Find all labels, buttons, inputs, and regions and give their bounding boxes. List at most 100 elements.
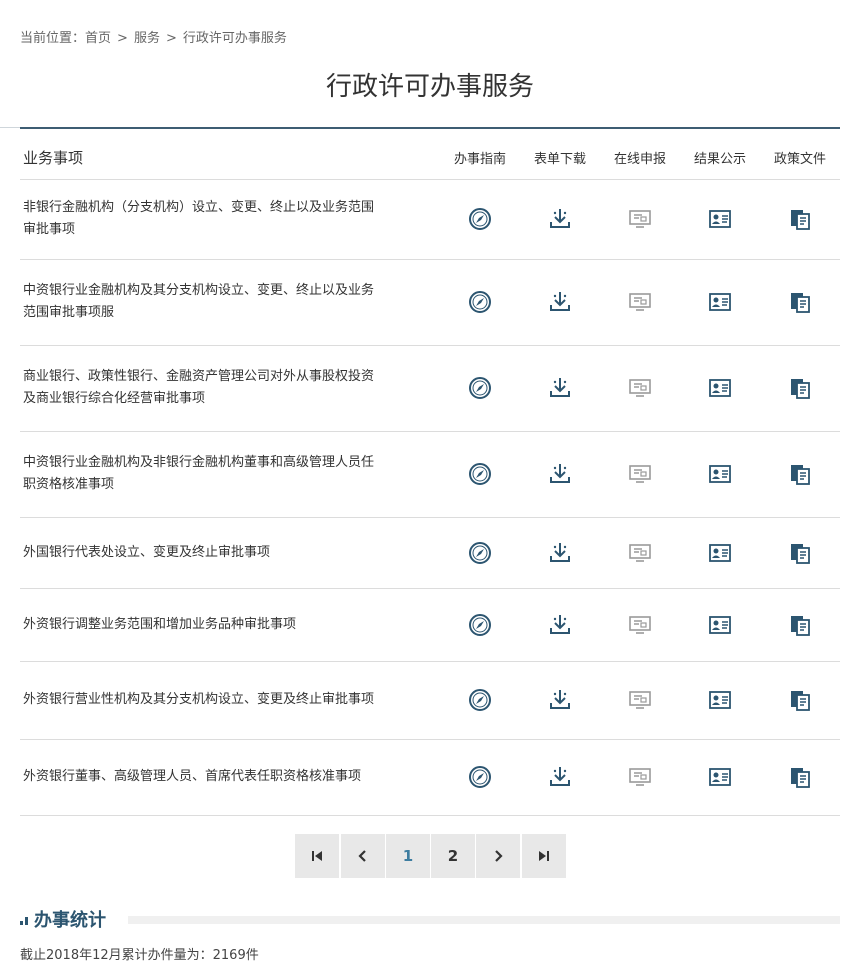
service-action-cell <box>520 517 600 589</box>
documents-icon[interactable] <box>787 540 813 566</box>
stats-title: 办事统计 <box>34 910 106 931</box>
service-item-name[interactable]: 外国银行代表处设立、变更及终止审批事项 <box>20 517 440 589</box>
monitor-icon[interactable] <box>627 375 653 401</box>
monitor-icon[interactable] <box>627 289 653 315</box>
monitor-icon[interactable] <box>627 206 653 232</box>
service-action-cell <box>680 588 760 662</box>
first-page-button[interactable] <box>295 834 339 878</box>
last-page-button[interactable] <box>522 834 566 878</box>
compass-icon[interactable] <box>467 375 493 401</box>
compass-icon[interactable] <box>467 206 493 232</box>
service-action-cell <box>440 661 520 740</box>
table-header-row: 业务事项 办事指南 表单下载 在线申报 结果公示 政策文件 <box>20 136 840 180</box>
service-action-cell <box>680 739 760 816</box>
service-action-cell <box>760 431 840 518</box>
breadcrumb-service-link[interactable]: 服务 <box>134 31 160 46</box>
download-icon[interactable] <box>547 764 573 790</box>
documents-icon[interactable] <box>787 206 813 232</box>
compass-icon[interactable] <box>467 687 493 713</box>
documents-icon[interactable] <box>787 764 813 790</box>
service-item-name[interactable]: 外资银行营业性机构及其分支机构设立、变更及终止审批事项 <box>20 661 440 740</box>
service-action-cell <box>600 179 680 260</box>
documents-icon[interactable] <box>787 687 813 713</box>
table-row: 外资银行调整业务范围和增加业务品种审批事项 <box>20 588 840 662</box>
download-icon[interactable] <box>547 540 573 566</box>
breadcrumb-separator: > <box>165 31 177 46</box>
stats-heading: 办事统计 <box>20 906 106 932</box>
service-action-cell <box>440 345 520 432</box>
download-icon[interactable] <box>547 461 573 487</box>
id-card-icon[interactable] <box>707 540 733 566</box>
service-action-cell <box>520 179 600 260</box>
download-icon[interactable] <box>547 612 573 638</box>
monitor-icon[interactable] <box>627 687 653 713</box>
breadcrumb-home-link[interactable]: 首页 <box>85 31 111 46</box>
download-icon[interactable] <box>547 375 573 401</box>
service-action-cell <box>520 661 600 740</box>
documents-icon[interactable] <box>787 289 813 315</box>
monitor-icon[interactable] <box>627 612 653 638</box>
breadcrumb: 当前位置：首页 > 服务 > 行政许可办事服务 <box>20 27 287 46</box>
service-action-cell <box>760 661 840 740</box>
services-table: 业务事项 办事指南 表单下载 在线申报 结果公示 政策文件 非银行金融机构（分支… <box>20 136 840 816</box>
service-action-cell <box>760 588 840 662</box>
service-item-name[interactable]: 外资银行调整业务范围和增加业务品种审批事项 <box>20 588 440 662</box>
monitor-icon[interactable] <box>627 540 653 566</box>
id-card-icon[interactable] <box>707 612 733 638</box>
compass-icon[interactable] <box>467 764 493 790</box>
column-header-item: 业务事项 <box>20 136 440 180</box>
service-action-cell <box>760 517 840 589</box>
id-card-icon[interactable] <box>707 375 733 401</box>
page-2-button[interactable]: 2 <box>431 834 475 878</box>
table-row: 外资银行董事、高级管理人员、首席代表任职资格核准事项 <box>20 739 840 816</box>
service-action-cell <box>680 259 760 346</box>
service-item-name[interactable]: 商业银行、政策性银行、金融资产管理公司对外从事股权投资及商业银行综合化经营审批事… <box>20 345 440 432</box>
service-action-cell <box>600 345 680 432</box>
service-action-cell <box>520 259 600 346</box>
page-1-button[interactable]: 1 <box>386 834 430 878</box>
service-item-name[interactable]: 外资银行董事、高级管理人员、首席代表任职资格核准事项 <box>20 739 440 816</box>
divider <box>0 127 20 128</box>
compass-icon[interactable] <box>467 612 493 638</box>
service-action-cell <box>600 739 680 816</box>
monitor-icon[interactable] <box>627 764 653 790</box>
service-item-name[interactable]: 中资银行业金融机构及其分支机构设立、变更、终止以及业务范围审批事项服 <box>20 259 440 346</box>
service-action-cell <box>760 179 840 260</box>
service-action-cell <box>600 259 680 346</box>
next-page-button[interactable] <box>476 834 520 878</box>
compass-icon[interactable] <box>467 461 493 487</box>
column-header-online-apply: 在线申报 <box>600 136 680 180</box>
download-icon[interactable] <box>547 687 573 713</box>
id-card-icon[interactable] <box>707 764 733 790</box>
compass-icon[interactable] <box>467 289 493 315</box>
column-header-result-notice: 结果公示 <box>680 136 760 180</box>
service-item-name[interactable]: 非银行金融机构（分支机构）设立、变更、终止以及业务范围审批事项 <box>20 179 440 260</box>
page-title: 行政许可办事服务 <box>325 72 534 102</box>
documents-icon[interactable] <box>787 612 813 638</box>
title-divider <box>20 127 840 129</box>
table-row: 商业银行、政策性银行、金融资产管理公司对外从事股权投资及商业银行综合化经营审批事… <box>20 345 840 432</box>
chevron-right-icon <box>495 850 503 862</box>
service-action-cell <box>680 431 760 518</box>
table-row: 中资银行业金融机构及非银行金融机构董事和高级管理人员任职资格核准事项 <box>20 431 840 518</box>
monitor-icon[interactable] <box>627 461 653 487</box>
service-item-name[interactable]: 中资银行业金融机构及非银行金融机构董事和高级管理人员任职资格核准事项 <box>20 431 440 518</box>
prev-page-button[interactable] <box>341 834 385 878</box>
documents-icon[interactable] <box>787 375 813 401</box>
download-icon[interactable] <box>547 206 573 232</box>
service-action-cell <box>520 431 600 518</box>
documents-icon[interactable] <box>787 461 813 487</box>
bar-mark-icon <box>20 917 28 925</box>
column-header-form-download: 表单下载 <box>520 136 600 180</box>
id-card-icon[interactable] <box>707 687 733 713</box>
id-card-icon[interactable] <box>707 461 733 487</box>
id-card-icon[interactable] <box>707 206 733 232</box>
column-header-guide: 办事指南 <box>440 136 520 180</box>
first-page-icon <box>312 851 322 861</box>
compass-icon[interactable] <box>467 540 493 566</box>
download-icon[interactable] <box>547 289 573 315</box>
breadcrumb-current-link[interactable]: 行政许可办事服务 <box>183 31 287 46</box>
id-card-icon[interactable] <box>707 289 733 315</box>
table-row: 外国银行代表处设立、变更及终止审批事项 <box>20 517 840 589</box>
service-action-cell <box>440 259 520 346</box>
